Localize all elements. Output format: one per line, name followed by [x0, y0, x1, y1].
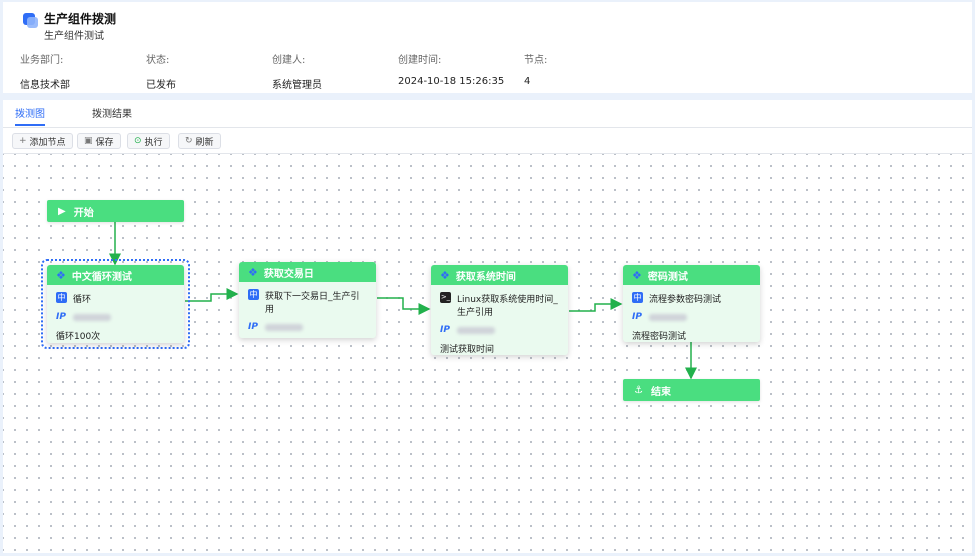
meta-label-creator: 创建人: [272, 55, 306, 66]
flow-node-password-test[interactable]: ❖ 密码测试 中 流程参数密码测试 IP 流程密码测试 [623, 265, 760, 342]
play-icon: ▶ [58, 205, 66, 217]
node-task-row: 中 循环 [47, 292, 184, 305]
meta-label-nodes: 节点: [524, 55, 548, 66]
ip-value-redacted [457, 327, 495, 334]
flow-node-system-time[interactable]: ❖ 获取系统时间 >_ Linux获取系统使用时间_生产引用 IP 测试获取时间 [431, 265, 568, 355]
add-node-label: 添加节点 [29, 137, 66, 148]
ip-label: IP [440, 325, 450, 335]
component-diamond-icon: ❖ [632, 268, 642, 282]
node-description: 循环100次 [56, 332, 101, 342]
end-node[interactable]: ⚓ 结束 [623, 379, 760, 401]
main-card: 拨测图 拨测结果 + 添加节点 ▣ 保存 ⊙ 执行 ↻ 刷新 ▶ 开始 ❖ 中文… [3, 100, 972, 553]
chinese-badge-icon: 中 [248, 289, 259, 300]
node-header: ❖ 密码测试 [623, 265, 760, 285]
tabs-divider [3, 127, 972, 128]
component-diamond-icon: ❖ [248, 265, 258, 279]
meta-value-department: 信息技术部 [20, 80, 70, 91]
node-description: 流程密码测试 [632, 332, 687, 342]
terminal-icon: >_ [440, 292, 451, 303]
flow-canvas[interactable]: ▶ 开始 ❖ 中文循环测试 中 循环 IP 循环100次 ❖ 获取交易日 中 获… [3, 154, 972, 553]
save-label: 保存 [95, 137, 114, 148]
header-card: 生产组件拨测 生产组件测试 业务部门: 信息技术部 状态: 已发布 创建人: 系… [3, 2, 972, 93]
edge-system-time-to-password [569, 298, 623, 312]
node-ip-row: IP [47, 312, 184, 322]
node-task: Linux获取系统使用时间_生产引用 [457, 295, 558, 318]
node-task-row: >_ Linux获取系统使用时间_生产引用 [431, 292, 568, 318]
node-task: 循环 [73, 295, 92, 305]
node-title: 密码测试 [647, 271, 688, 283]
execute-button[interactable]: ⊙ 执行 [127, 133, 170, 149]
node-task: 流程参数密码测试 [649, 295, 722, 305]
node-title: 获取系统时间 [455, 271, 516, 283]
flow-node-loop-test[interactable]: ❖ 中文循环测试 中 循环 IP 循环100次 [47, 265, 184, 343]
ip-label: IP [56, 312, 66, 322]
page-title: 生产组件拨测 [44, 12, 117, 26]
add-node-button[interactable]: + 添加节点 [12, 133, 73, 149]
edge-loop-to-trading-day [185, 288, 239, 302]
ip-value-redacted [649, 314, 687, 321]
refresh-icon: ↻ [185, 136, 193, 146]
save-icon: ▣ [84, 136, 93, 146]
node-title: 获取交易日 [263, 268, 314, 280]
anchor-icon: ⚓ [634, 384, 643, 396]
node-header: ❖ 获取交易日 [239, 262, 376, 282]
ip-value-redacted [265, 324, 303, 331]
meta-label-created-time: 创建时间: [398, 55, 442, 66]
ip-label: IP [632, 312, 642, 322]
play-circle-icon: ⊙ [134, 136, 142, 146]
meta-value-creator: 系统管理员 [272, 80, 322, 91]
meta-value-created-time: 2024-10-18 15:26:35 [398, 76, 505, 87]
node-task-row: 中 获取下一交易日_生产引用 [239, 289, 376, 315]
flow-node-trading-day[interactable]: ❖ 获取交易日 中 获取下一交易日_生产引用 IP [239, 262, 376, 338]
chinese-badge-icon: 中 [56, 292, 67, 303]
node-title: 中文循环测试 [71, 271, 132, 283]
node-description: 测试获取时间 [440, 345, 495, 355]
node-header: ❖ 中文循环测试 [47, 265, 184, 285]
tab-probe-results[interactable]: 拨测结果 [92, 106, 132, 126]
start-node[interactable]: ▶ 开始 [47, 200, 184, 222]
component-diamond-icon: ❖ [56, 268, 66, 282]
active-tab-indicator [15, 124, 45, 126]
save-button[interactable]: ▣ 保存 [77, 133, 121, 149]
page-subtitle: 生产组件测试 [44, 31, 104, 42]
ip-label: IP [248, 322, 258, 332]
meta-label-department: 业务部门: [20, 55, 64, 66]
meta-label-status: 状态: [146, 55, 170, 66]
end-node-label: 结束 [650, 386, 671, 398]
meta-value-nodes: 4 [524, 76, 531, 87]
refresh-button[interactable]: ↻ 刷新 [178, 133, 221, 149]
node-header: ❖ 获取系统时间 [431, 265, 568, 285]
plus-icon: + [19, 136, 27, 146]
component-diamond-icon: ❖ [440, 268, 450, 282]
chinese-badge-icon: 中 [632, 292, 643, 303]
node-task: 获取下一交易日_生产引用 [265, 292, 360, 315]
node-ip-row: IP [239, 322, 376, 332]
edge-trading-day-to-system-time [377, 297, 431, 315]
node-ip-row: IP [623, 312, 760, 322]
node-ip-row: IP [431, 325, 568, 335]
app-logo-icon [23, 13, 38, 28]
node-task-row: 中 流程参数密码测试 [623, 292, 760, 305]
start-node-label: 开始 [73, 207, 94, 219]
meta-value-status: 已发布 [146, 80, 176, 91]
ip-value-redacted [73, 314, 111, 321]
refresh-label: 刷新 [195, 137, 214, 148]
execute-label: 执行 [144, 137, 163, 148]
tab-probe-graph[interactable]: 拨测图 [15, 106, 45, 126]
